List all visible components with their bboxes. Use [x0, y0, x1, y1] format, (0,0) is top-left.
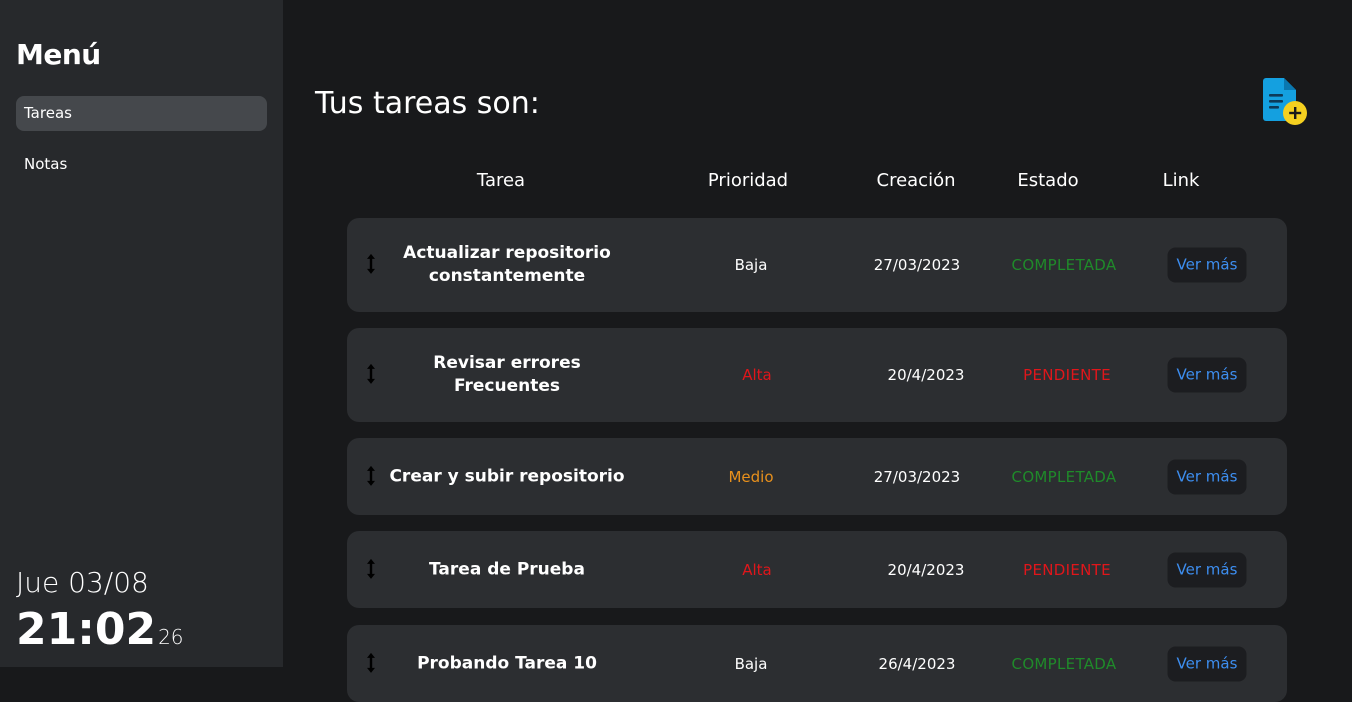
task-name: Crear y subir repositorio [389, 466, 625, 486]
task-status: COMPLETADA [1011, 467, 1117, 486]
task-status: PENDIENTE [1023, 560, 1111, 579]
task-created-date: 26/4/2023 [878, 654, 956, 673]
drag-handle-icon[interactable] [365, 363, 377, 385]
task-priority: Medio [728, 467, 774, 486]
ver-mas-button[interactable]: Ver más [1167, 646, 1247, 681]
ver-mas-button[interactable]: Ver más [1167, 247, 1247, 283]
sidebar: Menú Tareas Notas Jue 03/08 21:02 26 [0, 0, 283, 667]
drag-handle-icon[interactable] [365, 557, 377, 579]
task-priority: Baja [734, 654, 768, 673]
page-title: Tus tareas son: [315, 86, 540, 121]
task-priority: Baja [734, 256, 768, 274]
task-created-date: 20/4/2023 [887, 560, 965, 579]
task-name: Revisar errores Frecuentes [433, 353, 581, 396]
ver-mas-button[interactable]: Ver más [1167, 552, 1247, 587]
column-header-task: Tarea [476, 170, 526, 191]
task-row[interactable]: Tarea de Prueba Alta 20/4/2023 PENDIENTE… [347, 531, 1287, 608]
clock-hours-minutes: 21:02 [16, 604, 157, 655]
task-priority: Alta [742, 560, 772, 579]
task-row[interactable]: Actualizar repositorio constantemente Ba… [347, 218, 1287, 312]
task-row[interactable]: Revisar errores Frecuentes Alta 20/4/202… [347, 328, 1287, 422]
clock-time: 21:02 26 [16, 604, 184, 655]
task-created-date: 27/03/2023 [873, 256, 961, 274]
task-row[interactable]: Crear y subir repositorio Medio 27/03/20… [347, 438, 1287, 515]
drag-handle-icon[interactable] [365, 651, 377, 673]
sidebar-item-notas[interactable]: Notas [16, 147, 267, 182]
menu-title: Menú [16, 38, 101, 71]
sidebar-item-tareas[interactable]: Tareas [16, 96, 267, 131]
column-header-priority: Prioridad [707, 170, 789, 191]
ver-mas-button[interactable]: Ver más [1167, 357, 1247, 393]
clock-date: Jue 03/08 [16, 566, 149, 599]
column-header-status: Estado [1017, 170, 1079, 191]
task-name: Actualizar repositorio constantemente [403, 243, 611, 286]
add-task-button[interactable] [1262, 76, 1310, 128]
column-header-link: Link [1162, 170, 1200, 191]
task-priority: Alta [742, 366, 772, 384]
drag-handle-icon[interactable] [365, 253, 377, 275]
column-header-created: Creación [876, 170, 956, 191]
task-status: PENDIENTE [1023, 366, 1111, 384]
clock-seconds: 26 [158, 625, 184, 649]
add-document-icon [1263, 78, 1307, 125]
task-created-date: 27/03/2023 [873, 467, 961, 486]
task-name: Tarea de Prueba [429, 559, 585, 579]
task-created-date: 20/4/2023 [887, 366, 965, 384]
drag-handle-icon[interactable] [365, 464, 377, 486]
task-status: COMPLETADA [1011, 654, 1117, 673]
ver-mas-button[interactable]: Ver más [1167, 459, 1247, 494]
task-status: COMPLETADA [1011, 256, 1117, 274]
task-name: Probando Tarea 10 [417, 653, 597, 673]
task-row[interactable]: Probando Tarea 10 Baja 26/4/2023 COMPLET… [347, 625, 1287, 702]
